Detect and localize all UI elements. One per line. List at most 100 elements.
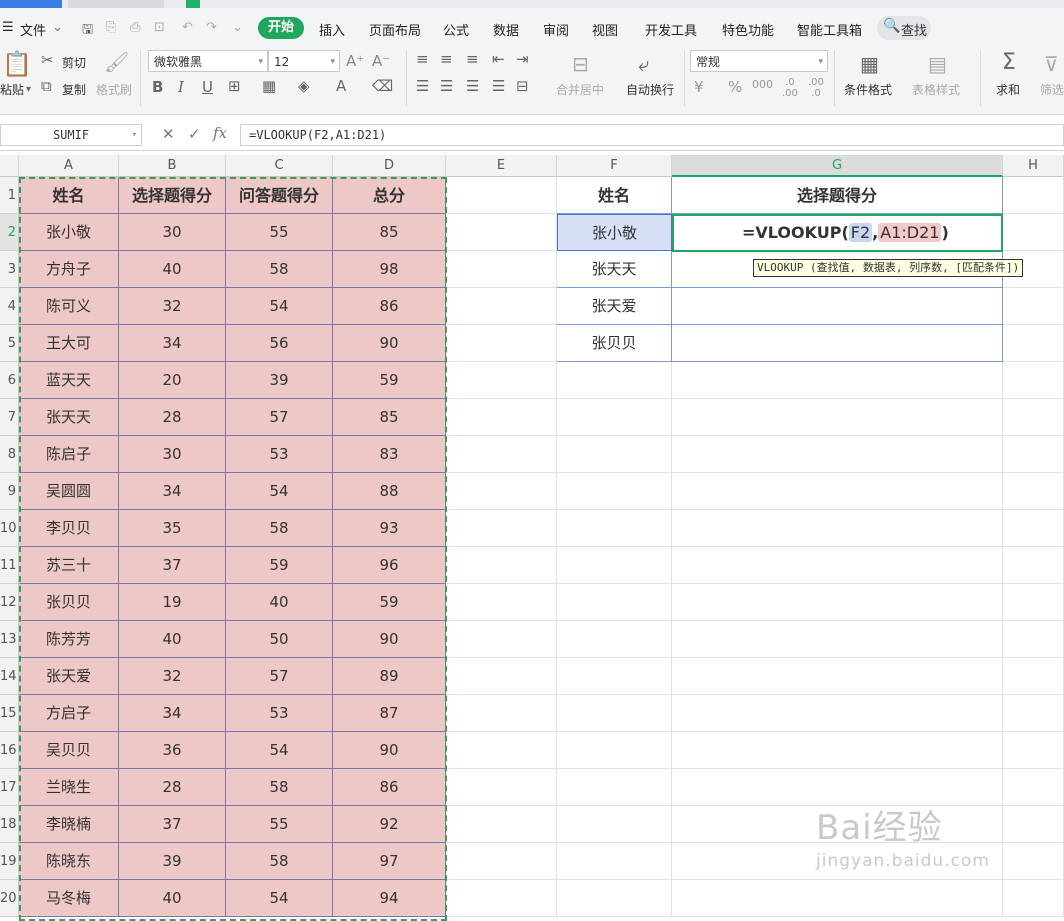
column-header[interactable]: A	[19, 155, 119, 177]
column-header[interactable]: B	[119, 155, 226, 177]
lookup-name-cell[interactable]: 张天天	[557, 251, 672, 288]
wrap-text-button[interactable]: 自动换行	[626, 81, 674, 98]
row-header[interactable]: 18	[0, 806, 19, 843]
align-top-icon[interactable]: ≡	[416, 50, 429, 68]
grid-cell[interactable]	[557, 658, 672, 695]
table-cell[interactable]: 55	[226, 214, 333, 251]
copy-icon[interactable]: ⧉	[41, 77, 52, 95]
grid-cell[interactable]	[557, 880, 672, 917]
row-header[interactable]: 5	[0, 325, 19, 362]
table-cell[interactable]: 89	[333, 658, 446, 695]
row-header[interactable]: 6	[0, 362, 19, 399]
table-cell[interactable]: 39	[226, 362, 333, 399]
currency-icon[interactable]: ¥	[694, 78, 704, 96]
grid-cell[interactable]	[557, 695, 672, 732]
print-icon[interactable]: ⎙	[130, 20, 140, 35]
table-cell[interactable]: 37	[119, 806, 226, 843]
table-cell[interactable]: 93	[333, 510, 446, 547]
number-format-select[interactable]: 常规 ▾	[690, 50, 828, 72]
table-cell[interactable]: 96	[333, 547, 446, 584]
table-cell[interactable]: 50	[226, 621, 333, 658]
table-cell[interactable]: 30	[119, 436, 226, 473]
grid-cell[interactable]	[557, 806, 672, 843]
grid-cell[interactable]	[1003, 436, 1064, 473]
table-cell[interactable]: 方启子	[19, 695, 119, 732]
grid-cell[interactable]	[1003, 177, 1064, 214]
table-cell[interactable]: 张天爱	[19, 658, 119, 695]
table-cell[interactable]: 85	[333, 399, 446, 436]
grid-cell[interactable]	[672, 362, 1003, 399]
table-cell[interactable]: 陈启子	[19, 436, 119, 473]
grid-cell[interactable]	[446, 399, 557, 436]
tab-home[interactable]: 开始	[258, 17, 304, 39]
grid-cell[interactable]	[557, 473, 672, 510]
lookup-header-cell[interactable]: 选择题得分	[672, 177, 1003, 214]
table-cell[interactable]: 吴贝贝	[19, 732, 119, 769]
table-cell[interactable]: 马冬梅	[19, 880, 119, 917]
confirm-icon[interactable]: ✓	[188, 125, 201, 143]
bold-button[interactable]: B	[152, 78, 163, 96]
grid-cell[interactable]	[446, 436, 557, 473]
table-cell[interactable]: 87	[333, 695, 446, 732]
grid-cell[interactable]	[672, 547, 1003, 584]
indent-icon[interactable]: ⇥	[516, 50, 529, 68]
lookup-name-cell[interactable]: 张小敬	[557, 214, 672, 251]
row-header[interactable]: 4	[0, 288, 19, 325]
undo-icon[interactable]: ↶	[182, 20, 193, 35]
lookup-name-cell[interactable]: 张天爱	[557, 288, 672, 325]
table-cell[interactable]: 94	[333, 880, 446, 917]
table-cell[interactable]: 吴圆圆	[19, 473, 119, 510]
grid-cell[interactable]	[1003, 621, 1064, 658]
table-cell[interactable]: 58	[226, 769, 333, 806]
percent-icon[interactable]: %	[728, 78, 742, 96]
table-cell[interactable]: 54	[226, 732, 333, 769]
active-cell-editor[interactable]: =VLOOKUP(F2, A1:D21)	[672, 214, 1003, 252]
menu-file[interactable]: 文件	[20, 20, 46, 39]
document-tab[interactable]	[68, 0, 164, 8]
underline-button[interactable]: U	[202, 78, 213, 96]
table-cell[interactable]: 28	[119, 769, 226, 806]
table-cell[interactable]: 李晓楠	[19, 806, 119, 843]
table-cell[interactable]: 张贝贝	[19, 584, 119, 621]
lookup-result-cell[interactable]	[672, 325, 1003, 362]
grid-cell[interactable]	[557, 399, 672, 436]
row-header[interactable]: 7	[0, 399, 19, 436]
grid-cell[interactable]	[1003, 843, 1064, 880]
tab-smart-toolbox[interactable]: 智能工具箱	[797, 20, 862, 39]
eraser-icon[interactable]: ⌫	[372, 77, 393, 95]
name-box[interactable]: SUMIF ▾	[0, 124, 142, 146]
row-header[interactable]: 1	[0, 177, 19, 214]
print-preview-icon[interactable]: ⊡	[154, 20, 165, 35]
row-header[interactable]: 10	[0, 510, 19, 547]
table-cell[interactable]: 35	[119, 510, 226, 547]
table-cell[interactable]: 兰晓生	[19, 769, 119, 806]
table-cell[interactable]: 58	[226, 251, 333, 288]
decrease-font-icon[interactable]: A⁻	[372, 52, 390, 70]
table-cell[interactable]: 32	[119, 288, 226, 325]
sum-button[interactable]: 求和	[996, 81, 1020, 98]
align-bottom-icon[interactable]: ≡	[466, 50, 479, 68]
lookup-result-cell[interactable]	[672, 288, 1003, 325]
table-cell[interactable]: 54	[226, 473, 333, 510]
save-icon[interactable]: 🖫	[82, 20, 93, 42]
scissors-icon[interactable]: ✂	[41, 51, 54, 69]
fill-color-icon[interactable]: ▦	[262, 77, 276, 95]
table-cell[interactable]: 陈晓东	[19, 843, 119, 880]
table-cell[interactable]: 28	[119, 399, 226, 436]
row-header[interactable]: 3	[0, 251, 19, 288]
align-right-icon[interactable]: ☰	[466, 77, 479, 95]
grid-cell[interactable]	[672, 584, 1003, 621]
cut-button[interactable]: 剪切	[62, 54, 86, 71]
justify-icon[interactable]: ☰	[492, 77, 505, 95]
chevron-down-icon[interactable]: ▾	[26, 84, 31, 95]
font-color-icon[interactable]: A	[336, 77, 346, 95]
grid-cell[interactable]	[446, 214, 557, 251]
grid-cell[interactable]	[557, 843, 672, 880]
table-cell[interactable]: 92	[333, 806, 446, 843]
tab-page-layout[interactable]: 页面布局	[369, 20, 421, 39]
grid-cell[interactable]	[557, 436, 672, 473]
font-size-select[interactable]: 12 ▾	[268, 50, 340, 72]
grid-cell[interactable]	[446, 695, 557, 732]
table-cell[interactable]: 83	[333, 436, 446, 473]
grid-cell[interactable]	[1003, 547, 1064, 584]
